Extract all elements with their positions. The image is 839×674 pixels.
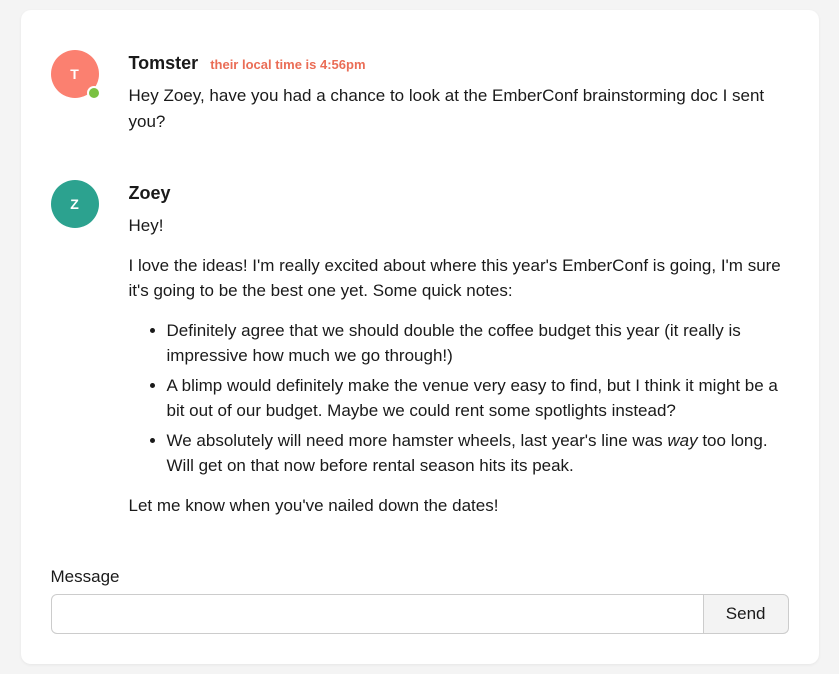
message-body: Hey Zoey, have you had a chance to look … <box>129 83 789 134</box>
list-item: Definitely agree that we should double t… <box>167 318 789 369</box>
message: T Tomster their local time is 4:56pm Hey… <box>51 50 789 148</box>
message-content: Zoey Hey! I love the ideas! I'm really e… <box>129 180 789 532</box>
message-content: Tomster their local time is 4:56pm Hey Z… <box>129 50 789 148</box>
sender-name: Zoey <box>129 180 171 207</box>
message-list: Definitely agree that we should double t… <box>129 318 789 479</box>
input-row: Send <box>51 594 789 634</box>
list-item: A blimp would definitely make the venue … <box>167 373 789 424</box>
message-meta: Zoey <box>129 180 789 207</box>
sender-name: Tomster <box>129 50 199 77</box>
message-label: Message <box>51 564 789 590</box>
message-text: Let me know when you've nailed down the … <box>129 493 789 519</box>
message-meta: Tomster their local time is 4:56pm <box>129 50 789 77</box>
message-text: Hey! <box>129 213 789 239</box>
list-item: We absolutely will need more hamster whe… <box>167 428 789 479</box>
local-time: their local time is 4:56pm <box>210 55 365 75</box>
chat-card: T Tomster their local time is 4:56pm Hey… <box>21 10 819 664</box>
message-text: Hey Zoey, have you had a chance to look … <box>129 83 789 134</box>
message-body: Hey! I love the ideas! I'm really excite… <box>129 213 789 518</box>
message-form: Message Send <box>51 564 789 634</box>
message-input[interactable] <box>51 594 704 634</box>
avatar: Z <box>51 180 99 228</box>
message: Z Zoey Hey! I love the ideas! I'm really… <box>51 180 789 532</box>
avatar: T <box>51 50 99 98</box>
avatar-circle: Z <box>51 180 99 228</box>
presence-indicator <box>87 86 101 100</box>
send-button[interactable]: Send <box>704 594 789 634</box>
message-text: I love the ideas! I'm really excited abo… <box>129 253 789 304</box>
